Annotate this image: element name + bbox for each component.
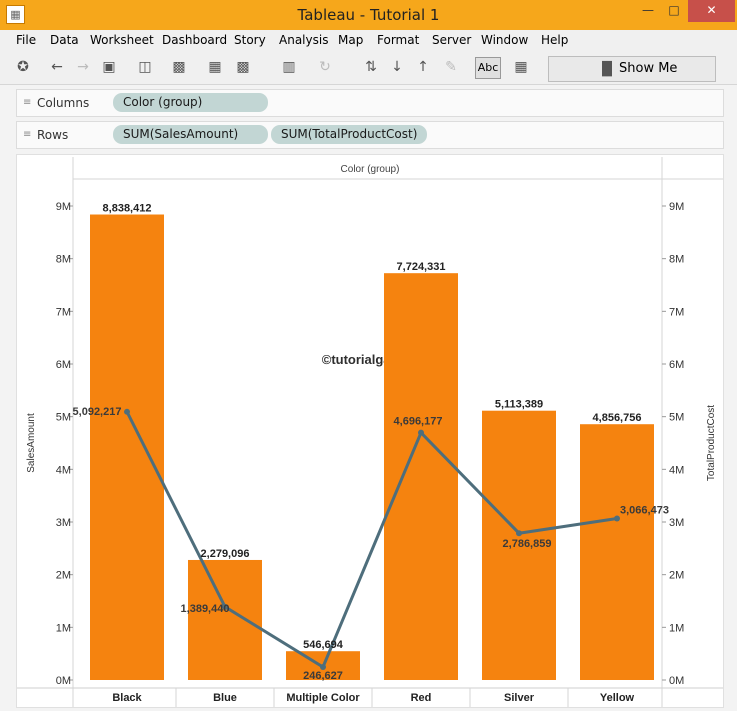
bar-salesamount[interactable] bbox=[580, 424, 654, 680]
y2-tick-label: 9M bbox=[669, 201, 684, 213]
close-button[interactable]: ✕ bbox=[688, 0, 735, 22]
y2-tick-label: 3M bbox=[669, 517, 684, 529]
y2-tick-label: 1M bbox=[669, 622, 684, 634]
show-me-button[interactable]: ▐▌ Show Me bbox=[548, 56, 716, 82]
add-datasource-icon[interactable]: ◫ bbox=[136, 58, 154, 76]
rows-label: Rows bbox=[37, 128, 69, 142]
x-tick-label: Black bbox=[112, 692, 142, 704]
tableau-logo-icon[interactable]: ✪ bbox=[14, 58, 32, 76]
y2-tick-label: 5M bbox=[669, 412, 684, 424]
rows-pill-sum-salesamount[interactable]: SUM(SalesAmount) bbox=[113, 125, 268, 144]
y-tick-label: 4M bbox=[56, 464, 71, 476]
rows-shelf[interactable]: ≡ Rows SUM(SalesAmount) SUM(TotalProduct… bbox=[16, 121, 724, 149]
swap-icon[interactable]: ⇅ bbox=[362, 58, 380, 76]
visualization-area: Color (group) SalesAmount TotalProductCo… bbox=[16, 154, 724, 708]
refresh-icon[interactable]: ↻ bbox=[316, 58, 334, 76]
x-tick-label: Multiple Color bbox=[286, 692, 360, 704]
rows-pill-sum-totalproductcost[interactable]: SUM(TotalProductCost) bbox=[271, 125, 427, 144]
column-header-title: Color (group) bbox=[341, 164, 400, 175]
menu-analysis[interactable]: Analysis bbox=[279, 33, 328, 47]
bar-data-label: 8,838,412 bbox=[103, 203, 152, 215]
line-point[interactable] bbox=[124, 408, 130, 415]
y-tick-label: 8M bbox=[56, 254, 71, 266]
pause-updates-icon[interactable]: ▥ bbox=[280, 58, 298, 76]
line-data-label: 1,389,440 bbox=[181, 603, 230, 615]
x-tick-label: Silver bbox=[504, 692, 535, 704]
rows-icon: ≡ bbox=[23, 129, 32, 140]
menu-bar: File Data Worksheet Dashboard Story Anal… bbox=[0, 30, 737, 52]
y-tick-label: 3M bbox=[56, 517, 71, 529]
x-tick-label: Yellow bbox=[600, 692, 635, 704]
y2-axis-title: TotalProductCost bbox=[706, 405, 717, 481]
new-worksheet-icon[interactable]: ▩ bbox=[170, 58, 188, 76]
duplicate-sheet-icon[interactable]: ▦ bbox=[206, 58, 224, 76]
y2-tick-label: 0M bbox=[669, 675, 684, 687]
menu-file[interactable]: File bbox=[16, 33, 36, 47]
y-tick-label: 9M bbox=[56, 201, 71, 213]
toolbar: ✪ ← → ▣ ◫ ▩ ▦ ▩ ▥ ↻ ⇅ ↓ ↑ ✎ Abc ▦ ▐▌ Sho… bbox=[0, 52, 737, 85]
sort-ascending-icon[interactable]: ↓ bbox=[388, 58, 406, 76]
columns-label: Columns bbox=[37, 96, 90, 110]
y-tick-label: 6M bbox=[56, 359, 71, 371]
menu-data[interactable]: Data bbox=[50, 33, 79, 47]
fit-icon[interactable]: ▦ bbox=[512, 58, 530, 76]
combo-chart: Color (group) SalesAmount TotalProductCo… bbox=[17, 157, 723, 707]
line-data-label: 2,786,859 bbox=[503, 538, 552, 550]
columns-icon: ≡ bbox=[23, 97, 32, 108]
y-tick-label: 1M bbox=[56, 622, 71, 634]
bar-salesamount[interactable] bbox=[188, 559, 262, 680]
y2-tick-label: 4M bbox=[669, 464, 684, 476]
line-point[interactable] bbox=[516, 530, 522, 537]
bar-data-label: 2,279,096 bbox=[201, 548, 250, 560]
forward-arrow-icon[interactable]: → bbox=[74, 58, 92, 76]
highlight-icon[interactable]: ✎ bbox=[442, 58, 460, 76]
menu-help[interactable]: Help bbox=[541, 33, 568, 47]
bar-salesamount[interactable] bbox=[384, 273, 458, 680]
line-data-label: 246,627 bbox=[303, 670, 343, 682]
y-tick-label: 7M bbox=[56, 306, 71, 318]
y-tick-label: 2M bbox=[56, 570, 71, 582]
menu-dashboard[interactable]: Dashboard bbox=[162, 33, 227, 47]
bar-data-label: 4,856,756 bbox=[593, 412, 642, 424]
menu-server[interactable]: Server bbox=[432, 33, 471, 47]
menu-worksheet[interactable]: Worksheet bbox=[90, 33, 154, 47]
bar-salesamount[interactable] bbox=[90, 214, 164, 680]
bar-chart-icon: ▐▌ bbox=[597, 62, 617, 77]
window-title: Tableau - Tutorial 1 bbox=[297, 6, 440, 24]
bar-data-label: 7,724,331 bbox=[397, 261, 446, 273]
title-bar: ▦ Tableau - Tutorial 1 — □ ✕ bbox=[0, 0, 737, 30]
x-tick-label: Blue bbox=[213, 692, 237, 704]
bar-data-label: 546,694 bbox=[303, 639, 344, 651]
y-tick-label: 5M bbox=[56, 412, 71, 424]
save-icon[interactable]: ▣ bbox=[100, 58, 118, 76]
columns-pill-color-group[interactable]: Color (group) bbox=[113, 93, 268, 112]
maximize-button[interactable]: □ bbox=[661, 0, 687, 22]
bar-data-label: 5,113,389 bbox=[495, 399, 543, 411]
menu-format[interactable]: Format bbox=[377, 33, 419, 47]
sort-descending-icon[interactable]: ↑ bbox=[414, 58, 432, 76]
y2-tick-label: 8M bbox=[669, 254, 684, 266]
clear-sheet-icon[interactable]: ▩ bbox=[234, 58, 252, 76]
line-point[interactable] bbox=[418, 429, 424, 436]
line-data-label: 3,066,473 bbox=[620, 504, 669, 516]
y-axis-title: SalesAmount bbox=[26, 413, 37, 473]
menu-window[interactable]: Window bbox=[481, 33, 528, 47]
y2-tick-label: 6M bbox=[669, 359, 684, 371]
y-tick-label: 0M bbox=[56, 675, 71, 687]
y2-tick-label: 2M bbox=[669, 570, 684, 582]
menu-story[interactable]: Story bbox=[234, 33, 266, 47]
back-arrow-icon[interactable]: ← bbox=[48, 58, 66, 76]
x-tick-label: Red bbox=[411, 692, 432, 704]
show-mark-labels-button[interactable]: Abc bbox=[475, 57, 501, 79]
menu-map[interactable]: Map bbox=[338, 33, 363, 47]
line-data-label: 4,696,177 bbox=[394, 416, 443, 428]
y2-tick-label: 7M bbox=[669, 306, 684, 318]
columns-shelf[interactable]: ≡ Columns Color (group) bbox=[16, 89, 724, 117]
line-data-label: 5,092,217 bbox=[73, 406, 122, 418]
minimize-button[interactable]: — bbox=[635, 0, 661, 22]
